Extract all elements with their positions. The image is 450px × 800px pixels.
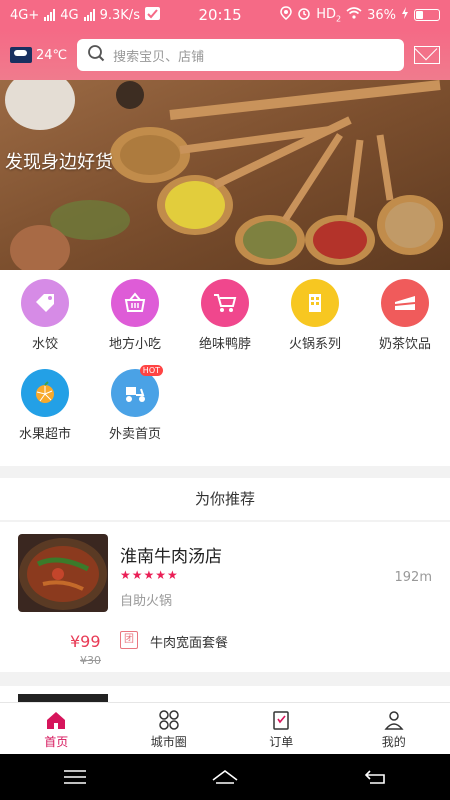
tab-orders[interactable]: 订单 xyxy=(225,703,338,755)
category-label: 地方小吃 xyxy=(108,337,161,352)
hot-badge: HOT xyxy=(139,365,163,376)
signal-icon xyxy=(44,9,56,21)
category-hotpot[interactable]: 火锅系列 xyxy=(270,270,360,352)
location-icon xyxy=(280,6,292,24)
spice-spoons-image xyxy=(0,80,450,270)
header-bar: 24℃ 搜索宝贝、店铺 xyxy=(0,30,450,80)
wifi-icon xyxy=(346,7,362,23)
hd-label: HD2 xyxy=(316,6,342,24)
tab-label: 我的 xyxy=(381,735,406,749)
group-deal-name[interactable]: 牛肉宽面套餐 xyxy=(150,632,228,651)
search-input[interactable]: 搜索宝贝、店铺 xyxy=(77,39,404,71)
charging-icon xyxy=(401,7,409,23)
cart-icon xyxy=(201,279,249,327)
status-time: 20:15 xyxy=(198,6,242,24)
recommend-title: 为你推荐 xyxy=(0,478,450,520)
category-label: 奶茶饮品 xyxy=(378,337,431,352)
banner[interactable]: 发现身边好货 xyxy=(0,80,450,270)
alarm-icon xyxy=(297,6,311,24)
weather-rain-icon xyxy=(10,47,32,63)
clipboard-icon xyxy=(273,711,289,730)
category-milk-tea[interactable]: 奶茶饮品 xyxy=(360,270,450,352)
battery-percent: 36% xyxy=(367,7,396,23)
tab-home[interactable]: 首页 xyxy=(0,703,113,755)
category-label: 火锅系列 xyxy=(288,337,341,352)
status-bar: 4G+ 4G 9.3K/s 20:15 HD2 36% xyxy=(0,0,450,30)
home-key-icon[interactable] xyxy=(211,767,239,787)
category-dumplings[interactable]: 水饺 xyxy=(0,270,90,352)
back-icon[interactable] xyxy=(361,767,389,787)
next-store-card[interactable] xyxy=(0,686,450,702)
category-local-snacks[interactable]: 地方小吃 xyxy=(90,270,180,352)
notification-check-icon xyxy=(144,6,160,24)
category-label: 外卖首页 xyxy=(108,427,161,442)
category-fruit-market[interactable]: 水果超市 xyxy=(0,360,90,442)
tab-label: 城市圈 xyxy=(150,735,187,749)
category-label: 水果超市 xyxy=(18,427,71,442)
network-4g: 4G xyxy=(60,7,79,23)
tag-icon xyxy=(21,279,69,327)
menu-icon[interactable] xyxy=(61,767,89,787)
home-icon xyxy=(47,712,66,729)
user-icon xyxy=(384,711,404,730)
search-icon xyxy=(87,44,105,66)
weather-temp: 24℃ xyxy=(36,47,68,63)
food-thumbnail xyxy=(18,534,108,612)
basket-icon xyxy=(111,279,159,327)
android-nav-bar xyxy=(0,754,450,800)
deal-price: ¥99 xyxy=(70,632,101,651)
weather-widget[interactable]: 24℃ xyxy=(10,47,67,63)
store-distance: 192m xyxy=(394,570,432,585)
orange-icon xyxy=(21,369,69,417)
category-duck-neck[interactable]: 绝味鸭脖 xyxy=(180,270,270,352)
signal-icon-2 xyxy=(83,9,95,21)
rating-stars: ★★★★★ xyxy=(120,568,179,582)
building-icon xyxy=(291,279,339,327)
cake-icon xyxy=(381,279,429,327)
grid-icon xyxy=(159,710,179,730)
store-name: 淮南牛肉汤店 xyxy=(120,547,222,567)
banner-caption: 发现身边好货 xyxy=(5,152,113,173)
network-4gplus: 4G+ xyxy=(10,7,40,23)
battery-icon xyxy=(414,9,440,21)
search-placeholder: 搜索宝贝、店铺 xyxy=(113,49,205,65)
scooter-icon: HOT xyxy=(111,365,163,417)
category-label: 绝味鸭脖 xyxy=(198,337,251,352)
next-food-thumbnail xyxy=(18,694,108,702)
bottom-nav: 首页 城市圈 订单 我的 xyxy=(0,702,450,755)
mail-icon[interactable] xyxy=(414,46,440,64)
store-tagline: 自助火锅 xyxy=(120,594,173,609)
category-grid: 水饺 地方小吃 绝味鸭脖 火锅系列 奶茶饮品 水果超市 HOT 外卖首页 xyxy=(0,270,450,466)
category-takeout-home[interactable]: HOT 外卖首页 xyxy=(90,360,180,442)
tab-label: 首页 xyxy=(44,735,69,749)
store-card[interactable]: 淮南牛肉汤店 ★★★★★ 192m 自助火锅 ¥99 ¥30 团 牛肉宽面套餐 xyxy=(0,522,450,672)
network-speed: 9.3K/s xyxy=(99,7,140,23)
original-price: ¥30 xyxy=(80,654,101,667)
status-right: HD2 36% xyxy=(280,6,440,24)
tab-mine[interactable]: 我的 xyxy=(338,703,450,755)
tab-city-circle[interactable]: 城市圈 xyxy=(113,703,226,755)
group-buy-badge: 团 xyxy=(120,631,138,649)
status-left: 4G+ 4G 9.3K/s xyxy=(10,6,160,24)
battery-fill xyxy=(416,11,424,19)
category-label: 水饺 xyxy=(31,337,58,352)
tab-label: 订单 xyxy=(269,735,294,749)
